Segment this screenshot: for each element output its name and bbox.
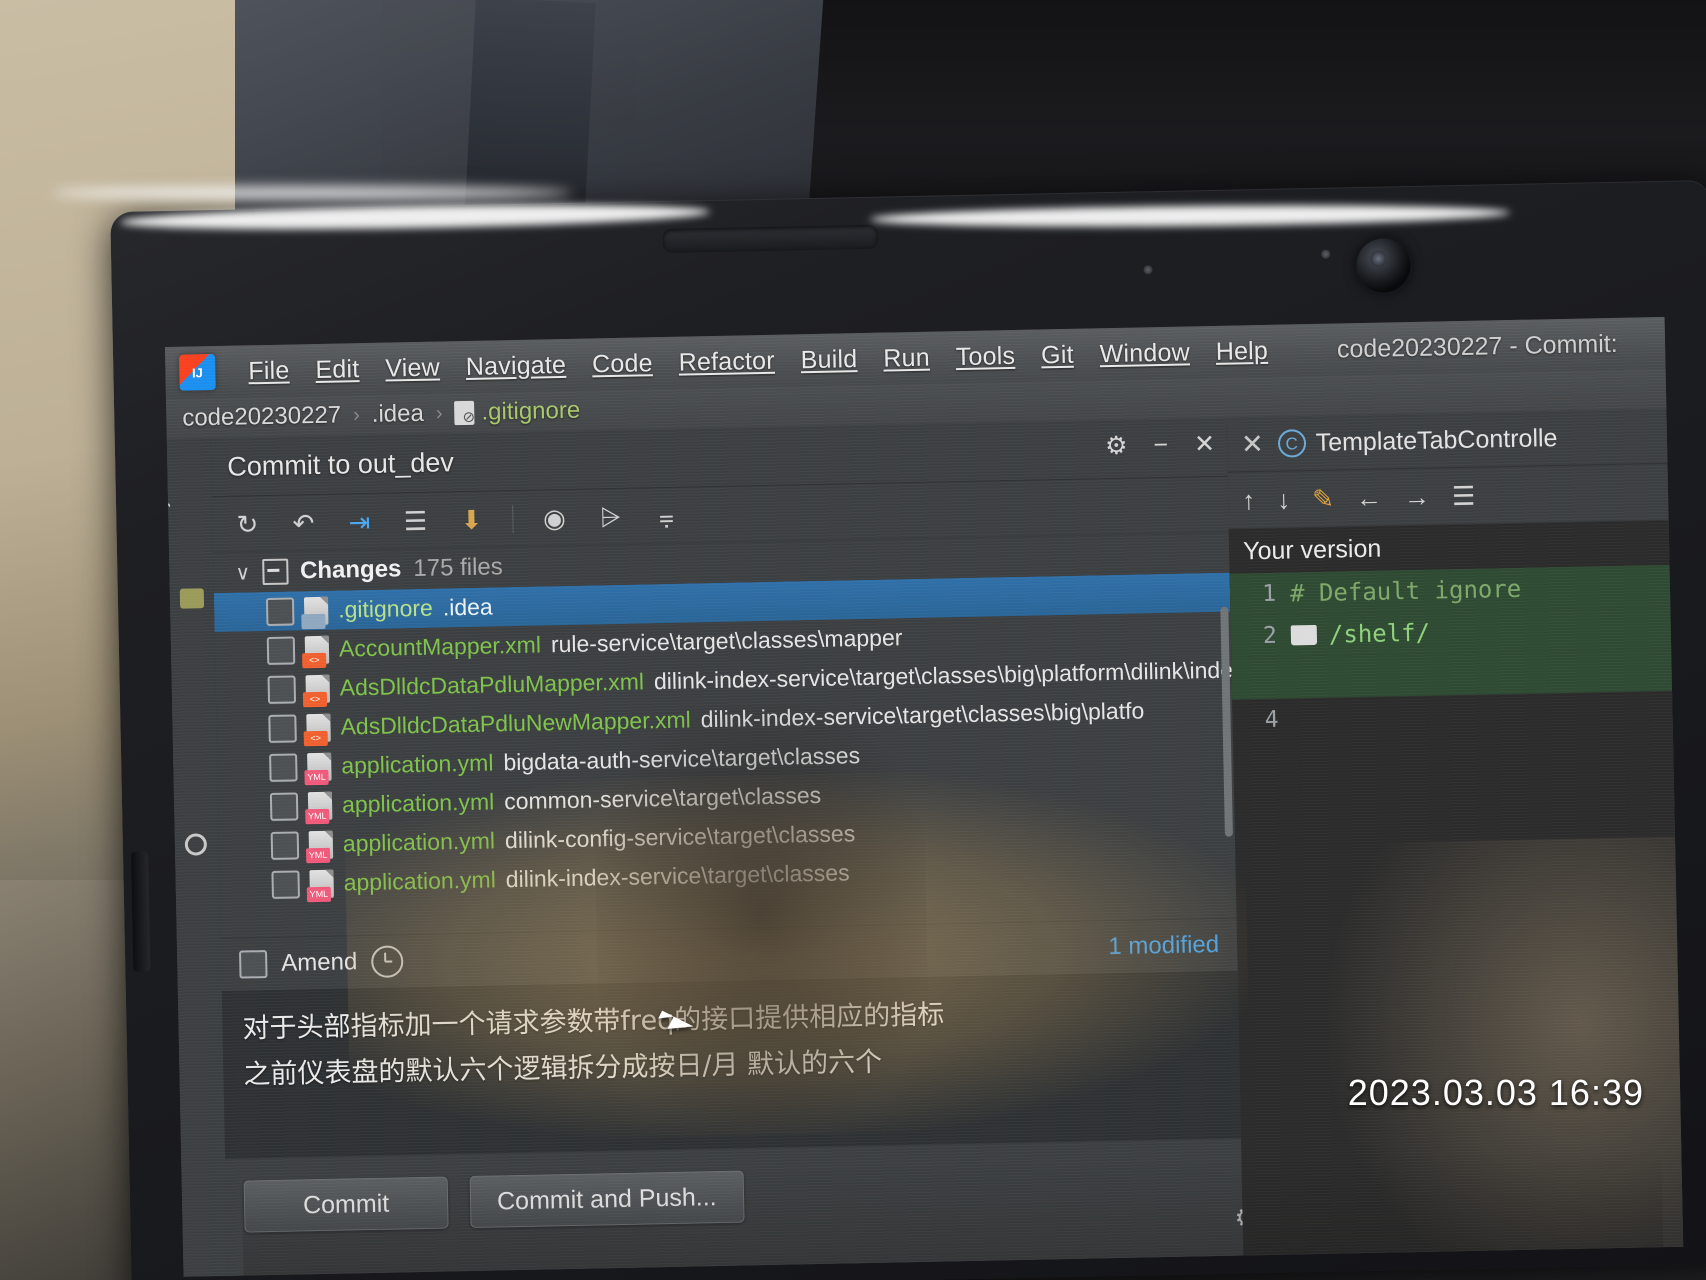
photo-timestamp: 2023.03.03 16:39 [1347, 1072, 1644, 1113]
screen-glare-upper [52, 186, 572, 200]
mic-dot-left [1143, 265, 1153, 275]
laptop-side-port [131, 851, 151, 972]
laptop-body: File Edit View Navigate Code Refactor Bu… [110, 179, 1706, 1280]
lid-notch [662, 224, 879, 253]
mic-dot-right [1321, 249, 1331, 259]
intellij-idea-window: File Edit View Navigate Code Refactor Bu… [164, 316, 1684, 1277]
webcam-icon [1355, 237, 1412, 294]
laptop-screen: File Edit View Navigate Code Refactor Bu… [164, 316, 1684, 1277]
laptop-photo-scene: File Edit View Navigate Code Refactor Bu… [0, 0, 1706, 1280]
screen-scanlines [164, 316, 1684, 1277]
